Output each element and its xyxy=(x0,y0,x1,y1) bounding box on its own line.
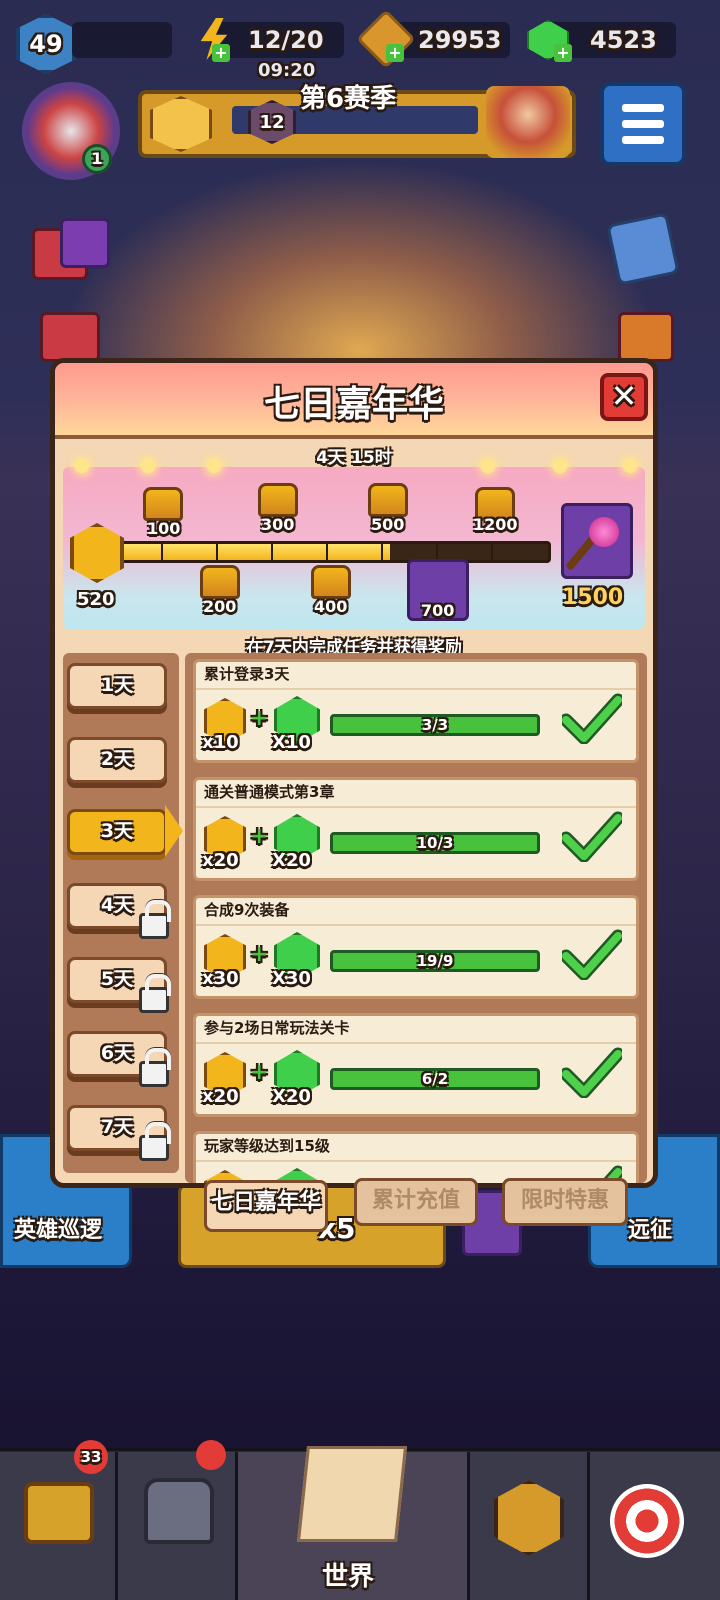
milestone-chest-icon[interactable] xyxy=(368,483,408,517)
quest-clipboard-icon[interactable] xyxy=(606,212,680,286)
tab-accumulated-recharge[interactable]: 累计充值 xyxy=(354,1178,478,1226)
close-button[interactable]: ✕ xyxy=(600,373,648,421)
day-button[interactable]: 3天 xyxy=(67,809,167,855)
coin-reward-qty: x30 xyxy=(202,968,239,989)
task-name: 累计登录3天 xyxy=(204,665,290,683)
light-bulb-icon xyxy=(481,459,495,473)
plus-icon: + xyxy=(250,824,269,849)
milestone-label: 100 xyxy=(147,519,181,538)
light-bulb-icon xyxy=(207,459,221,473)
task-name: 合成9次装备 xyxy=(204,901,290,919)
check-icon xyxy=(562,811,622,862)
chest-badge: 33 xyxy=(74,1440,108,1474)
check-icon xyxy=(562,929,622,980)
final-reward-points: 1500 xyxy=(562,585,624,610)
equipment-alert-icon xyxy=(196,1440,226,1470)
task-divider xyxy=(196,1160,636,1162)
milestone-label: 500 xyxy=(371,515,405,534)
expedition-label: 远征 xyxy=(628,1218,673,1243)
menu-button[interactable] xyxy=(600,82,686,166)
task-divider xyxy=(196,688,636,690)
milestone-chest-icon[interactable] xyxy=(258,483,298,517)
task-card: 合成9次装备 x30 + X30 19/9 xyxy=(193,895,639,999)
task-progress-bar: 19/9 xyxy=(330,950,540,972)
gem-reward-qty: X20 xyxy=(272,850,311,871)
milestone-label: 200 xyxy=(203,597,237,616)
task-card: 通关普通模式第3章 x20 + X20 10/3 xyxy=(193,777,639,881)
plus-icon: + xyxy=(250,706,269,731)
milestone-chest-icon[interactable] xyxy=(200,565,240,599)
seven-day-carnival-modal: 七日嘉年华 ✕ 4天 15时 520 100 300 500 1200 200 … xyxy=(50,358,658,1188)
gem-value: 4523 xyxy=(590,26,657,54)
lock-icon xyxy=(139,1122,171,1161)
gift-box-purple-icon[interactable] xyxy=(60,218,110,268)
plus-icon: + xyxy=(250,1060,269,1085)
add-gem-icon[interactable]: + xyxy=(554,44,572,62)
hero-patrol-label: 英雄巡逻 xyxy=(14,1218,103,1243)
check-icon xyxy=(562,1047,622,1098)
gem-reward-qty: X10 xyxy=(272,732,311,753)
season-title: 第6赛季 xyxy=(300,84,397,114)
coin-reward-qty: x20 xyxy=(202,850,239,871)
task-divider xyxy=(196,806,636,808)
task-progress-bar: 6/2 xyxy=(330,1068,540,1090)
energy-value: 12/20 xyxy=(248,26,324,54)
modal-title: 七日嘉年华 xyxy=(263,384,444,425)
milestone-label: 1200 xyxy=(473,515,518,534)
coin-value: 29953 xyxy=(418,26,502,54)
task-progress-bar: 3/3 xyxy=(330,714,540,736)
gem-reward-qty: X30 xyxy=(272,968,311,989)
add-energy-icon[interactable]: + xyxy=(212,44,230,62)
coin-reward-qty: x10 xyxy=(202,732,239,753)
check-icon xyxy=(562,693,622,744)
task-card: 累计登录3天 x10 + X10 3/3 xyxy=(193,659,639,763)
staff-orb-icon xyxy=(589,517,619,547)
task-divider xyxy=(196,1042,636,1044)
light-bulb-icon xyxy=(141,459,155,473)
lock-icon xyxy=(139,974,171,1013)
side-event-icon[interactable] xyxy=(618,312,674,362)
day-button[interactable]: 2天 xyxy=(67,737,167,783)
light-bulb-icon xyxy=(553,459,567,473)
add-coin-icon[interactable]: + xyxy=(386,44,404,62)
task-name: 参与2场日常玩法关卡 xyxy=(204,1019,350,1037)
task-divider xyxy=(196,924,636,926)
points-progress-bar xyxy=(117,541,551,563)
tab-limited-offer[interactable]: 限时特惠 xyxy=(502,1178,628,1226)
season-hero-portrait xyxy=(486,86,570,158)
treasure-chest-icon xyxy=(24,1482,94,1544)
armor-icon xyxy=(144,1478,214,1544)
current-points: 520 xyxy=(77,589,115,610)
side-gift-icon[interactable] xyxy=(40,312,100,362)
xp-bar xyxy=(72,22,172,58)
avatar-badge: 1 xyxy=(82,144,112,174)
milestone-label: 700 xyxy=(421,601,455,620)
milestone-chest-icon[interactable] xyxy=(311,565,351,599)
milestone-label: 300 xyxy=(261,515,295,534)
active-day-arrow-icon xyxy=(165,805,183,857)
task-progress-bar: 10/3 xyxy=(330,832,540,854)
gem-reward-qty: X20 xyxy=(272,1086,311,1107)
target-icon xyxy=(610,1484,684,1558)
task-list[interactable]: 累计登录3天 x10 + X10 3/3 通关普通模式第3章 x20 + X20 10/3 合成9次… xyxy=(185,653,647,1183)
day-button[interactable]: 1天 xyxy=(67,663,167,709)
task-card: 参与2场日常玩法关卡 x20 + X20 6/2 xyxy=(193,1013,639,1117)
light-bulb-icon xyxy=(623,459,637,473)
lock-icon xyxy=(139,900,171,939)
coin-reward-qty: x20 xyxy=(202,1086,239,1107)
lock-icon xyxy=(139,1048,171,1087)
task-name: 玩家等级达到15级 xyxy=(204,1137,330,1155)
milestone-label: 400 xyxy=(314,597,348,616)
map-icon xyxy=(296,1446,408,1542)
light-bulb-icon xyxy=(75,459,89,473)
task-card: 玩家等级达到15级+ xyxy=(193,1131,639,1183)
player-level-badge[interactable]: 49 xyxy=(16,14,76,74)
nav-world-label: 世界 xyxy=(322,1562,375,1592)
task-name: 通关普通模式第3章 xyxy=(204,783,335,801)
plus-icon: + xyxy=(250,942,269,967)
milestone-chest-icon[interactable] xyxy=(143,487,183,521)
tab-seven-day-carnival[interactable]: 七日嘉年华 xyxy=(204,1180,328,1232)
